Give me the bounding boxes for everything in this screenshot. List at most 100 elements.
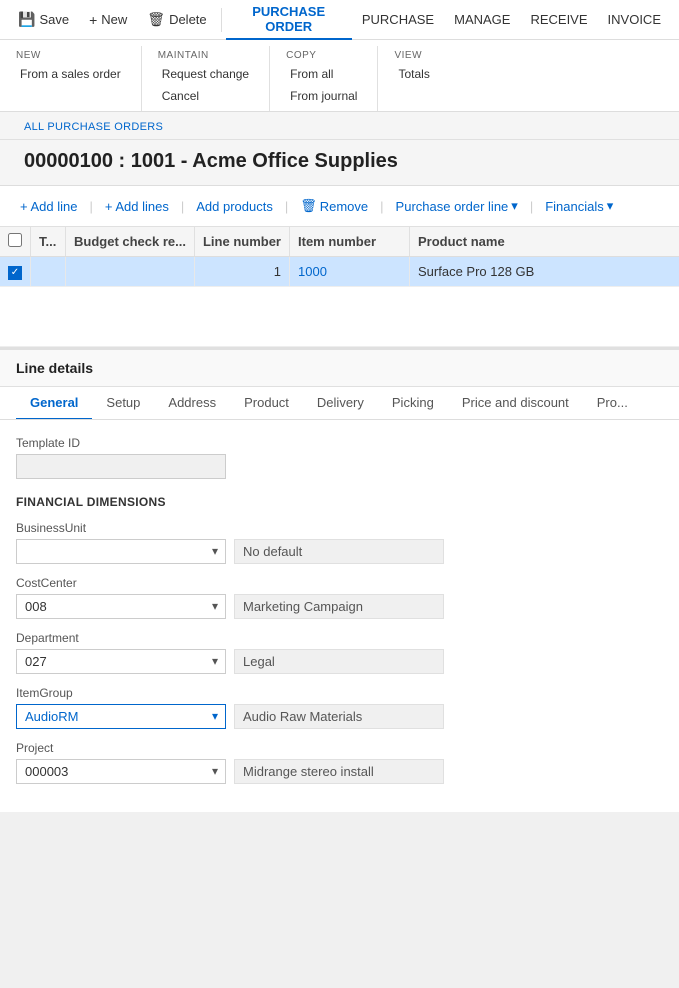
chevron-down-icon: ▾ xyxy=(607,198,614,214)
new-icon: + xyxy=(89,12,97,28)
chevron-down-icon: ▾ xyxy=(511,198,518,214)
ribbon-group-maintain: MAINTAIN Request change Cancel xyxy=(142,46,270,111)
purchase-order-line-button[interactable]: Purchase order line ▾ xyxy=(388,194,526,218)
add-lines-button[interactable]: + Add lines xyxy=(97,195,177,218)
breadcrumb[interactable]: ALL PURCHASE ORDERS xyxy=(24,121,163,133)
item-group-select[interactable]: AudioRM 001 002 xyxy=(16,704,226,729)
project-select-wrapper: 000003 000001 000002 xyxy=(16,759,226,784)
col-linenum-header: Line number xyxy=(194,227,289,257)
row-product-name: Surface Pro 128 GB xyxy=(410,257,679,287)
tab-invoice[interactable]: INVOICE xyxy=(598,8,671,31)
delete-icon: 🗑 xyxy=(147,11,165,28)
line-tab-product[interactable]: Product xyxy=(230,387,303,420)
cost-center-label: CostCenter xyxy=(16,576,226,590)
line-details: Line details General Setup Address Produ… xyxy=(0,348,679,812)
cost-center-row: CostCenter 008 001 002 Marketing Campaig… xyxy=(16,576,663,619)
row-checkbox-cell: ✓ xyxy=(0,257,31,287)
line-tab-setup[interactable]: Setup xyxy=(92,387,154,420)
template-id-label: Template ID xyxy=(16,436,663,450)
department-select[interactable]: 027 001 002 xyxy=(16,649,226,674)
row-line-number: 1 xyxy=(194,257,289,287)
ribbon-group-view: VIEW Totals xyxy=(378,46,458,111)
col-item-header: Item number xyxy=(290,227,410,257)
table-row[interactable]: ✓ 1 1000 Surface Pro 128 GB xyxy=(0,257,679,287)
line-tab-picking[interactable]: Picking xyxy=(378,387,448,420)
row-budget xyxy=(66,257,195,287)
ribbon-totals[interactable]: Totals xyxy=(394,65,433,83)
ribbon-from-journal[interactable]: From journal xyxy=(286,87,361,105)
top-bar: 💾 Save + New 🗑 Delete PURCHASE ORDER PUR… xyxy=(0,0,679,40)
remove-icon: 🗑 xyxy=(300,198,317,214)
action-bar: + Add line | + Add lines | Add products … xyxy=(0,186,679,227)
business-unit-row: BusinessUnit 001 002 No default xyxy=(16,521,663,564)
line-tab-general[interactable]: General xyxy=(16,387,92,420)
page-title: 00000100 : 1001 - Acme Office Supplies xyxy=(24,150,655,173)
select-all-checkbox[interactable] xyxy=(8,233,22,247)
item-group-value: Audio Raw Materials xyxy=(234,704,444,729)
col-product-header: Product name xyxy=(410,227,679,257)
department-select-wrapper: 027 001 002 xyxy=(16,649,226,674)
cost-center-select-wrapper: 008 001 002 xyxy=(16,594,226,619)
row-checkbox[interactable]: ✓ xyxy=(8,266,22,280)
line-tab-delivery[interactable]: Delivery xyxy=(303,387,378,420)
main-content: + Add line | + Add lines | Add products … xyxy=(0,186,679,812)
ribbon-request-change[interactable]: Request change xyxy=(158,65,253,83)
department-label: Department xyxy=(16,631,226,645)
col-type-header: T... xyxy=(31,227,66,257)
ribbon-group-new: NEW From a sales order xyxy=(0,46,142,111)
divider xyxy=(221,8,222,32)
tab-purchase-order[interactable]: PURCHASE ORDER xyxy=(226,0,352,40)
business-unit-select[interactable]: 001 002 xyxy=(16,539,226,564)
orders-table: T... Budget check re... Line number Item… xyxy=(0,227,679,347)
line-tab-address[interactable]: Address xyxy=(154,387,230,420)
tab-purchase[interactable]: PURCHASE xyxy=(352,8,444,31)
cost-center-value: Marketing Campaign xyxy=(234,594,444,619)
business-unit-select-wrapper: 001 002 xyxy=(16,539,226,564)
tab-receive[interactable]: RECEIVE xyxy=(520,8,597,31)
ribbon-from-all[interactable]: From all xyxy=(286,65,361,83)
financial-dimensions-section: FINANCIAL DIMENSIONS BusinessUnit 001 00… xyxy=(16,495,663,784)
remove-button[interactable]: 🗑 Remove xyxy=(292,194,376,218)
delete-button[interactable]: 🗑 Delete xyxy=(137,7,216,32)
department-row: Department 027 001 002 Legal xyxy=(16,631,663,674)
breadcrumb-bar: ALL PURCHASE ORDERS xyxy=(0,112,679,140)
add-line-button[interactable]: + Add line xyxy=(12,195,85,218)
business-unit-label: BusinessUnit xyxy=(16,521,226,535)
business-unit-value: No default xyxy=(234,539,444,564)
empty-table-row xyxy=(0,286,679,346)
add-products-button[interactable]: Add products xyxy=(188,195,281,218)
item-group-row: ItemGroup AudioRM 001 002 Audio Raw Mate… xyxy=(16,686,663,729)
project-label: Project xyxy=(16,741,226,755)
line-details-header: Line details xyxy=(0,350,679,387)
template-id-input[interactable] xyxy=(16,454,226,479)
project-select[interactable]: 000003 000001 000002 xyxy=(16,759,226,784)
line-tab-content: Template ID FINANCIAL DIMENSIONS Busines… xyxy=(0,420,679,812)
item-group-select-wrapper: AudioRM 001 002 xyxy=(16,704,226,729)
new-button[interactable]: + New xyxy=(79,8,137,32)
ribbon-cancel[interactable]: Cancel xyxy=(158,87,253,105)
tab-manage[interactable]: MANAGE xyxy=(444,8,520,31)
page-header: 00000100 : 1001 - Acme Office Supplies xyxy=(0,140,679,186)
line-tabs: General Setup Address Product Delivery P… xyxy=(0,387,679,420)
orders-table-container: T... Budget check re... Line number Item… xyxy=(0,227,679,348)
line-tab-price-discount[interactable]: Price and discount xyxy=(448,387,583,420)
save-button[interactable]: 💾 Save xyxy=(8,7,79,32)
item-group-label: ItemGroup xyxy=(16,686,226,700)
table-header-row: T... Budget check re... Line number Item… xyxy=(0,227,679,257)
line-tab-pro[interactable]: Pro... xyxy=(583,387,642,420)
cost-center-select[interactable]: 008 001 002 xyxy=(16,594,226,619)
col-budget-header: Budget check re... xyxy=(66,227,195,257)
ribbon: NEW From a sales order MAINTAIN Request … xyxy=(0,40,679,112)
ribbon-group-copy: COPY From all From journal xyxy=(270,46,378,111)
row-item-number[interactable]: 1000 xyxy=(290,257,410,287)
financials-button[interactable]: Financials ▾ xyxy=(537,194,621,218)
save-icon: 💾 xyxy=(18,11,35,28)
ribbon-from-sales-order[interactable]: From a sales order xyxy=(16,65,125,83)
col-checkbox xyxy=(0,227,31,257)
project-value: Midrange stereo install xyxy=(234,759,444,784)
row-type xyxy=(31,257,66,287)
financial-dimensions-title: FINANCIAL DIMENSIONS xyxy=(16,495,663,509)
template-id-group: Template ID xyxy=(16,436,663,479)
project-row: Project 000003 000001 000002 Midrange st… xyxy=(16,741,663,784)
department-value: Legal xyxy=(234,649,444,674)
